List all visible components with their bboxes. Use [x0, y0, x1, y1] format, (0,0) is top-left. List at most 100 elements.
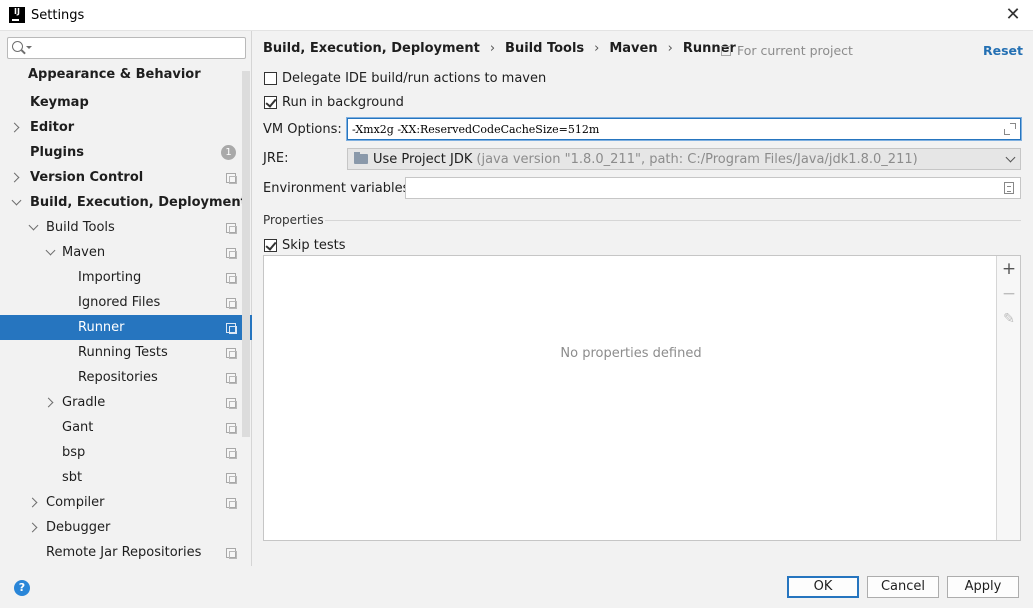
tree-item-label: Runner: [78, 320, 125, 335]
tree-item-build-tools[interactable]: Build Tools: [0, 215, 252, 240]
tree-item-label: Gradle: [62, 395, 106, 410]
tree-item-build-execution-deployment[interactable]: Build, Execution, Deployment: [0, 190, 252, 215]
chevron-right-icon[interactable]: [9, 122, 20, 133]
project-settings-icon: [226, 172, 237, 184]
tree-item-maven[interactable]: Maven: [0, 240, 252, 265]
tree-item-remote-jar-repositories[interactable]: Remote Jar Repositories: [0, 540, 252, 565]
tree-item-label: Remote Jar Repositories: [46, 545, 202, 560]
jre-detail: (java version "1.8.0_211", path: C:/Prog…: [476, 151, 918, 167]
tree-item-bsp[interactable]: bsp: [0, 440, 252, 465]
tree-item-importing[interactable]: Importing: [0, 265, 252, 290]
vm-options-field[interactable]: [346, 117, 1022, 141]
tree-item-repositories[interactable]: Repositories: [0, 365, 252, 390]
for-current-project-note: For current project: [721, 43, 853, 58]
tree-item-runner[interactable]: Runner: [0, 315, 252, 340]
project-settings-icon: [226, 397, 237, 409]
run-in-background-checkbox[interactable]: [264, 96, 277, 109]
project-settings-icon: [226, 297, 237, 309]
chevron-down-icon[interactable]: [1005, 152, 1016, 163]
tree-item-label: sbt: [62, 470, 83, 485]
jre-selected-value: Use Project JDK: [373, 151, 473, 167]
tree-item-compiler[interactable]: Compiler: [0, 490, 252, 515]
skip-tests-label: Skip tests: [282, 238, 346, 253]
chevron-right-icon[interactable]: [27, 522, 38, 533]
tree-item-label: Appearance & Behavior: [28, 67, 201, 82]
browse-document-icon[interactable]: [1004, 182, 1014, 194]
breadcrumb-separator: ›: [594, 40, 600, 56]
for-current-project-label: For current project: [737, 43, 853, 58]
tree-item-debugger[interactable]: Debugger: [0, 515, 252, 540]
project-settings-icon: [226, 422, 237, 434]
properties-section-title: Properties: [263, 213, 324, 227]
project-settings-icon: [226, 472, 237, 484]
tree-item-ignored-files[interactable]: Ignored Files: [0, 290, 252, 315]
chevron-right-icon[interactable]: [9, 172, 20, 183]
runner-settings-panel: Build, Execution, Deployment › Build Too…: [253, 31, 1033, 566]
tree-item-keymap[interactable]: Keymap: [0, 90, 252, 115]
tree-item-label: Repositories: [78, 370, 158, 385]
tree-item-appearance-behavior[interactable]: Appearance & Behavior: [0, 62, 252, 87]
title-bar: IJ Settings ✕: [0, 0, 1033, 31]
tree-item-sbt[interactable]: sbt: [0, 465, 252, 490]
chevron-down-icon[interactable]: [45, 245, 56, 256]
breadcrumb-item: Build Tools: [505, 40, 585, 56]
tree-item-plugins[interactable]: Plugins 1: [0, 140, 252, 165]
edit-icon[interactable]: ✎: [1000, 310, 1018, 328]
vm-options-label: VM Options:: [263, 122, 342, 137]
project-settings-icon: [226, 497, 237, 509]
intellij-app-icon: IJ: [9, 7, 25, 23]
properties-table[interactable]: No properties defined + − ✎: [263, 255, 1021, 541]
environment-variables-label: Environment variables:: [263, 181, 414, 196]
close-icon[interactable]: ✕: [1003, 5, 1023, 25]
properties-divider: [325, 220, 1021, 221]
project-settings-icon: [226, 372, 237, 384]
help-icon[interactable]: ?: [14, 580, 30, 596]
settings-search-box[interactable]: [7, 37, 246, 59]
search-history-chevron-icon[interactable]: [26, 46, 32, 49]
tree-item-label: Plugins: [30, 145, 84, 160]
jdk-folder-icon: [354, 152, 368, 164]
properties-toolbar: + − ✎: [996, 256, 1020, 540]
expand-icon[interactable]: [1004, 123, 1016, 135]
settings-sidebar: Appearance & Behavior Keymap Editor Plug…: [0, 31, 252, 566]
tree-item-label: Compiler: [46, 495, 105, 510]
environment-variables-input[interactable]: [410, 181, 990, 196]
tree-item-label: Gant: [62, 420, 94, 435]
vm-options-input[interactable]: [352, 122, 992, 137]
chevron-down-icon[interactable]: [28, 220, 39, 231]
environment-variables-field[interactable]: [405, 177, 1021, 199]
reset-link[interactable]: Reset: [983, 43, 1023, 58]
tree-item-gradle[interactable]: Gradle: [0, 390, 252, 415]
sidebar-scrollbar[interactable]: [242, 71, 250, 437]
empty-properties-text: No properties defined: [560, 346, 702, 361]
project-settings-icon: [721, 45, 731, 56]
project-settings-icon: [226, 322, 237, 334]
run-in-background-checkbox-row[interactable]: Run in background: [264, 95, 404, 110]
settings-search-input[interactable]: [34, 40, 239, 56]
tree-item-label: bsp: [62, 445, 86, 460]
project-settings-icon: [226, 347, 237, 359]
skip-tests-checkbox[interactable]: [264, 239, 277, 252]
delegate-build-checkbox[interactable]: [264, 72, 277, 85]
plugins-update-badge: 1: [221, 145, 236, 160]
jre-select[interactable]: Use Project JDK (java version "1.8.0_211…: [347, 148, 1021, 170]
remove-icon[interactable]: −: [1000, 285, 1018, 303]
add-icon[interactable]: +: [1000, 260, 1018, 278]
tree-item-label: Ignored Files: [78, 295, 161, 310]
breadcrumb-separator: ›: [489, 40, 496, 56]
tree-item-running-tests[interactable]: Running Tests: [0, 340, 252, 365]
tree-item-label: Running Tests: [78, 345, 168, 360]
chevron-right-icon[interactable]: [43, 397, 54, 408]
delegate-build-checkbox-row[interactable]: Delegate IDE build/run actions to maven: [264, 71, 546, 86]
chevron-down-icon[interactable]: [11, 195, 22, 206]
skip-tests-checkbox-row[interactable]: Skip tests: [264, 238, 346, 253]
chevron-right-icon[interactable]: [27, 497, 38, 508]
tree-item-editor[interactable]: Editor: [0, 115, 252, 140]
ok-button[interactable]: OK: [787, 576, 859, 598]
tree-item-gant[interactable]: Gant: [0, 415, 252, 440]
delegate-build-label: Delegate IDE build/run actions to maven: [282, 71, 547, 86]
cancel-button[interactable]: Cancel: [867, 576, 939, 598]
apply-button[interactable]: Apply: [947, 576, 1019, 598]
tree-item-label: Importing: [78, 270, 142, 285]
tree-item-version-control[interactable]: Version Control: [0, 165, 252, 190]
